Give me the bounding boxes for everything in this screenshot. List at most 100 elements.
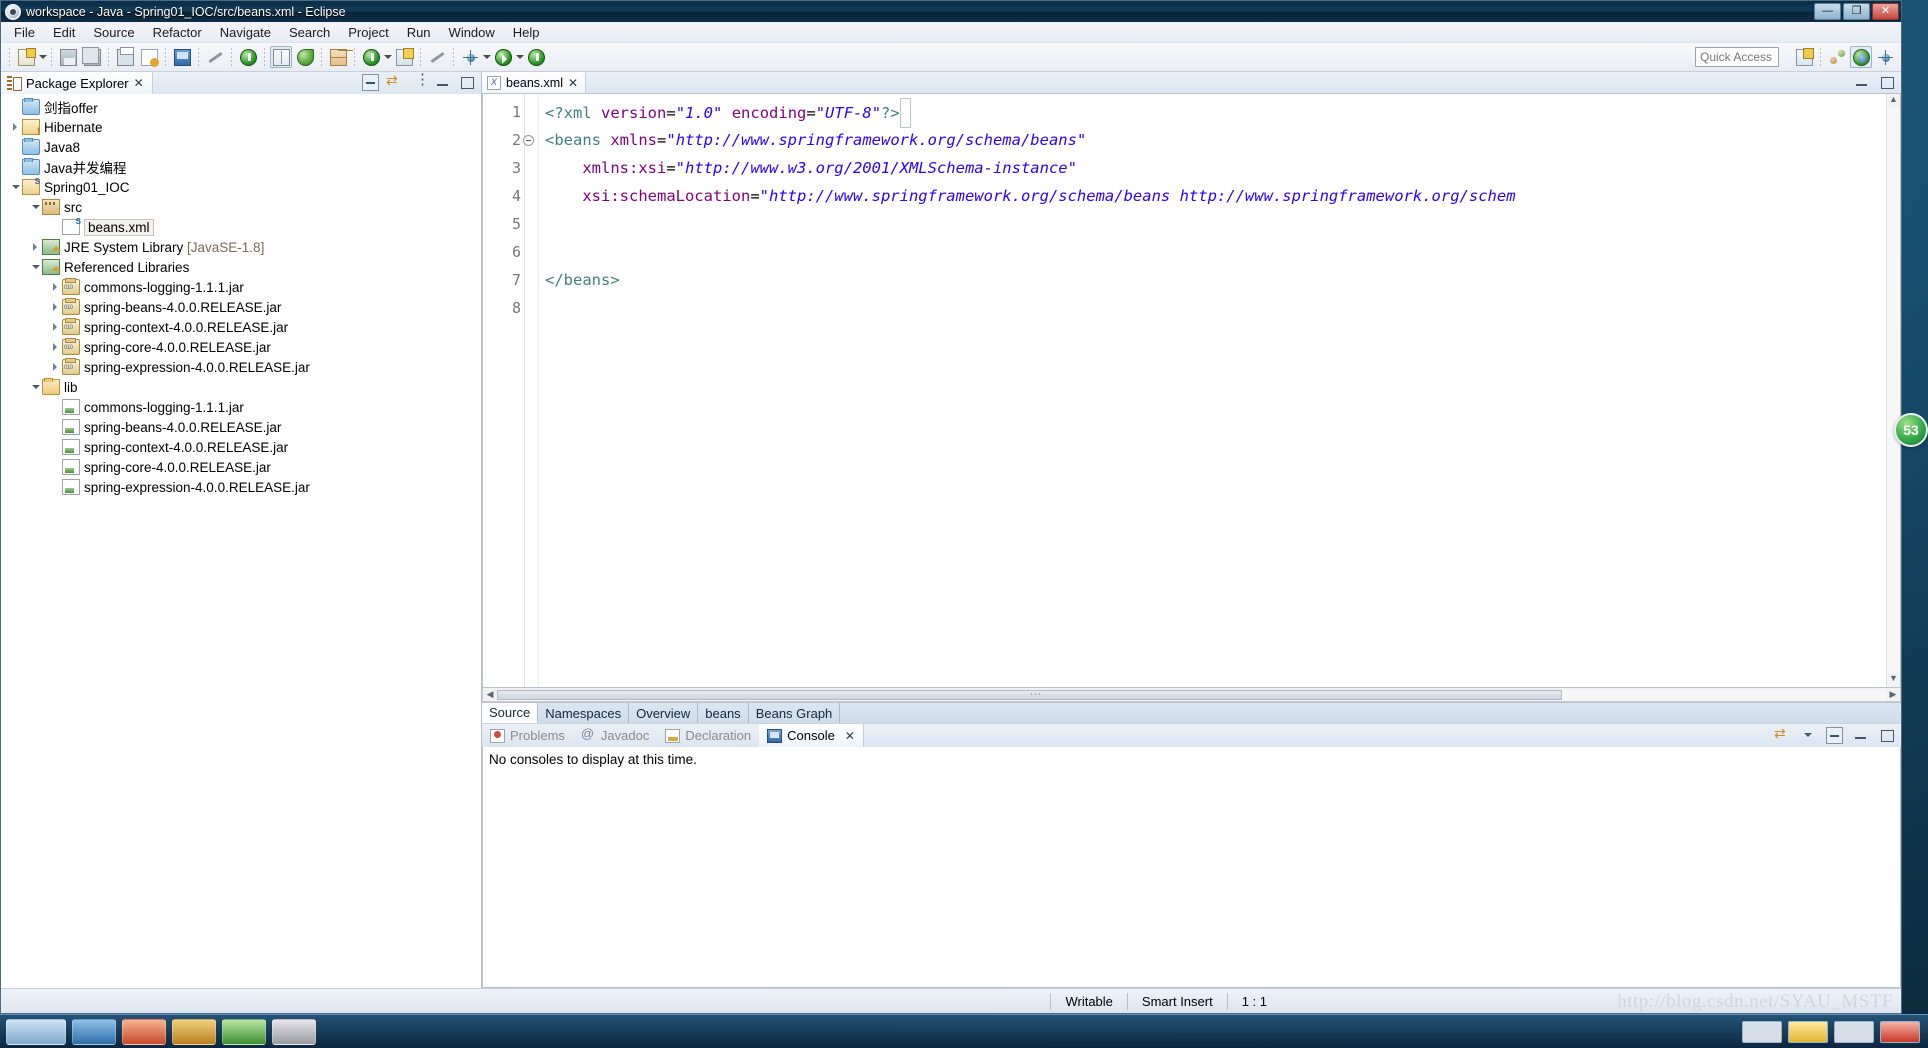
console-tab-problems[interactable]: Problems (482, 724, 573, 747)
tree-item[interactable]: Java并发编程 (1, 157, 481, 177)
new-wizard-icon[interactable] (15, 46, 37, 68)
console-output[interactable]: No consoles to display at this time. (482, 747, 1901, 988)
editor-horizontal-scrollbar[interactable]: ◀ ▶ (482, 687, 1901, 702)
chevron-closed-icon[interactable] (49, 357, 62, 377)
console-tab-javadoc[interactable]: Javadoc (573, 724, 657, 747)
open-console-icon[interactable] (1774, 725, 1791, 744)
tree-item[interactable]: commons-logging-1.1.1.jar (1, 397, 481, 417)
tab-package-explorer[interactable]: Package Explorer ✕ (1, 72, 153, 94)
collapse-all-icon[interactable] (362, 74, 379, 91)
vertical-scroll-track[interactable] (1887, 108, 1900, 673)
view-menu-icon[interactable] (410, 70, 430, 91)
console-tab-declaration[interactable]: Declaration (657, 724, 759, 747)
tree-item[interactable]: spring-context-4.0.0.RELEASE.jar (1, 437, 481, 457)
tray-item-2-icon[interactable] (1788, 1020, 1828, 1043)
run-caret-icon[interactable] (515, 46, 524, 68)
scroll-right-icon[interactable]: ▶ (1886, 689, 1900, 700)
chevron-open-icon[interactable] (9, 177, 22, 197)
tree-item[interactable]: JRE System Library [JavaSE-1.8] (1, 237, 481, 257)
menu-file[interactable]: File (5, 23, 44, 42)
tree-item[interactable]: spring-context-4.0.0.RELEASE.jar (1, 317, 481, 337)
tree-item[interactable]: Java8 (1, 137, 481, 157)
maximize-icon[interactable] (1878, 74, 1895, 91)
new-annotation-icon[interactable] (393, 46, 415, 68)
open-console-icon[interactable] (171, 46, 193, 68)
refresh-green-icon[interactable] (237, 46, 259, 68)
taskbar-item-2-icon[interactable] (122, 1018, 166, 1045)
open-perspective-icon[interactable] (1826, 46, 1848, 68)
taskbar-item-3-icon[interactable] (172, 1018, 216, 1045)
taskbar-item-4-icon[interactable] (222, 1018, 266, 1045)
code-line[interactable]: <?xml version="1.0" encoding="UTF-8"?> (539, 98, 1886, 128)
xml-validate-icon[interactable] (138, 46, 160, 68)
menu-edit[interactable]: Edit (44, 23, 84, 42)
menu-window[interactable]: Window (440, 23, 504, 42)
menu-search[interactable]: Search (280, 23, 339, 42)
open-type-icon[interactable] (270, 46, 292, 68)
tree-item[interactable]: spring-core-4.0.0.RELEASE.jar (1, 337, 481, 357)
tree-item[interactable]: lib (1, 377, 481, 397)
code-line[interactable] (539, 210, 1886, 238)
display-selected-console-icon[interactable] (1800, 727, 1817, 744)
maximize-button[interactable]: ❐ (1843, 3, 1870, 20)
page-tab-beans-graph[interactable]: Beans Graph (749, 703, 841, 723)
tree-item[interactable]: Spring01_IOC (1, 177, 481, 197)
menu-refactor[interactable]: Refactor (144, 23, 211, 42)
close-icon[interactable]: ✕ (845, 729, 855, 743)
tree-item[interactable]: spring-expression-4.0.0.RELEASE.jar (1, 477, 481, 497)
scroll-down-icon[interactable]: ▼ (1889, 673, 1898, 687)
maximize-icon[interactable] (458, 74, 475, 91)
notification-badge[interactable]: 53 (1894, 413, 1928, 447)
tree-item[interactable]: 剑指offer (1, 97, 481, 117)
menu-source[interactable]: Source (84, 23, 143, 42)
tray-item-4-icon[interactable] (1880, 1020, 1920, 1043)
new-grid-icon[interactable] (327, 46, 349, 68)
chevron-closed-icon[interactable] (49, 297, 62, 317)
save-all-icon[interactable] (81, 46, 103, 68)
tray-item-1-icon[interactable] (1742, 1020, 1782, 1043)
taskbar-item-1-icon[interactable] (72, 1018, 116, 1045)
pin-console-icon[interactable] (1826, 727, 1843, 744)
console-tab-console[interactable]: Console ✕ (759, 724, 864, 747)
code-line[interactable]: xmlns:xsi="http://www.w3.org/2001/XMLSch… (539, 154, 1886, 182)
chevron-open-icon[interactable] (29, 377, 42, 397)
minimize-button[interactable]: — (1814, 3, 1841, 20)
spring-leaf-icon[interactable] (294, 46, 316, 68)
page-tab-namespaces[interactable]: Namespaces (538, 703, 630, 723)
quick-access-input[interactable] (1695, 47, 1779, 67)
close-button[interactable]: ✕ (1872, 3, 1899, 20)
menu-project[interactable]: Project (339, 23, 397, 42)
debug-perspective-icon[interactable] (1874, 46, 1896, 68)
page-tab-beans[interactable]: beans (698, 703, 749, 723)
chevron-open-icon[interactable] (29, 257, 42, 277)
tree-item[interactable]: src (1, 197, 481, 217)
scroll-left-icon[interactable]: ◀ (483, 689, 497, 700)
chevron-open-icon[interactable] (29, 197, 42, 217)
horizontal-scroll-track[interactable] (497, 687, 1886, 701)
new-class-caret-icon[interactable] (383, 46, 392, 68)
minimize-icon[interactable] (1853, 74, 1870, 91)
run-server-icon[interactable] (525, 46, 547, 68)
save-icon[interactable] (57, 46, 79, 68)
java-perspective-icon[interactable] (1850, 46, 1872, 68)
code-line[interactable]: </beans> (539, 266, 1886, 294)
chevron-closed-icon[interactable] (29, 237, 42, 257)
code-line[interactable]: xsi:schemaLocation="http://www.springfra… (539, 182, 1886, 210)
scroll-up-icon[interactable]: ▲ (1889, 94, 1898, 108)
tree-item[interactable]: spring-beans-4.0.0.RELEASE.jar (1, 417, 481, 437)
tree-item[interactable]: spring-expression-4.0.0.RELEASE.jar (1, 357, 481, 377)
run-icon[interactable] (492, 46, 514, 68)
xml-source-editor[interactable]: <?xml version="1.0" encoding="UTF-8"?> <… (539, 94, 1886, 687)
project-tree[interactable]: 剑指offer Hibernate Java8 Java并发编程 Spring01_IO… (1, 94, 481, 988)
page-tab-source[interactable]: Source (482, 703, 539, 723)
close-icon[interactable]: ✕ (134, 76, 144, 90)
minimize-icon[interactable] (1852, 727, 1869, 744)
tray-item-3-icon[interactable] (1834, 1020, 1874, 1043)
chevron-closed-icon[interactable] (49, 317, 62, 337)
code-line[interactable] (539, 294, 1886, 322)
tree-item[interactable]: beans.xml (1, 217, 481, 237)
new-class-icon[interactable] (360, 46, 382, 68)
menu-run[interactable]: Run (398, 23, 440, 42)
tree-item[interactable]: commons-logging-1.1.1.jar (1, 277, 481, 297)
chevron-closed-icon[interactable] (49, 277, 62, 297)
